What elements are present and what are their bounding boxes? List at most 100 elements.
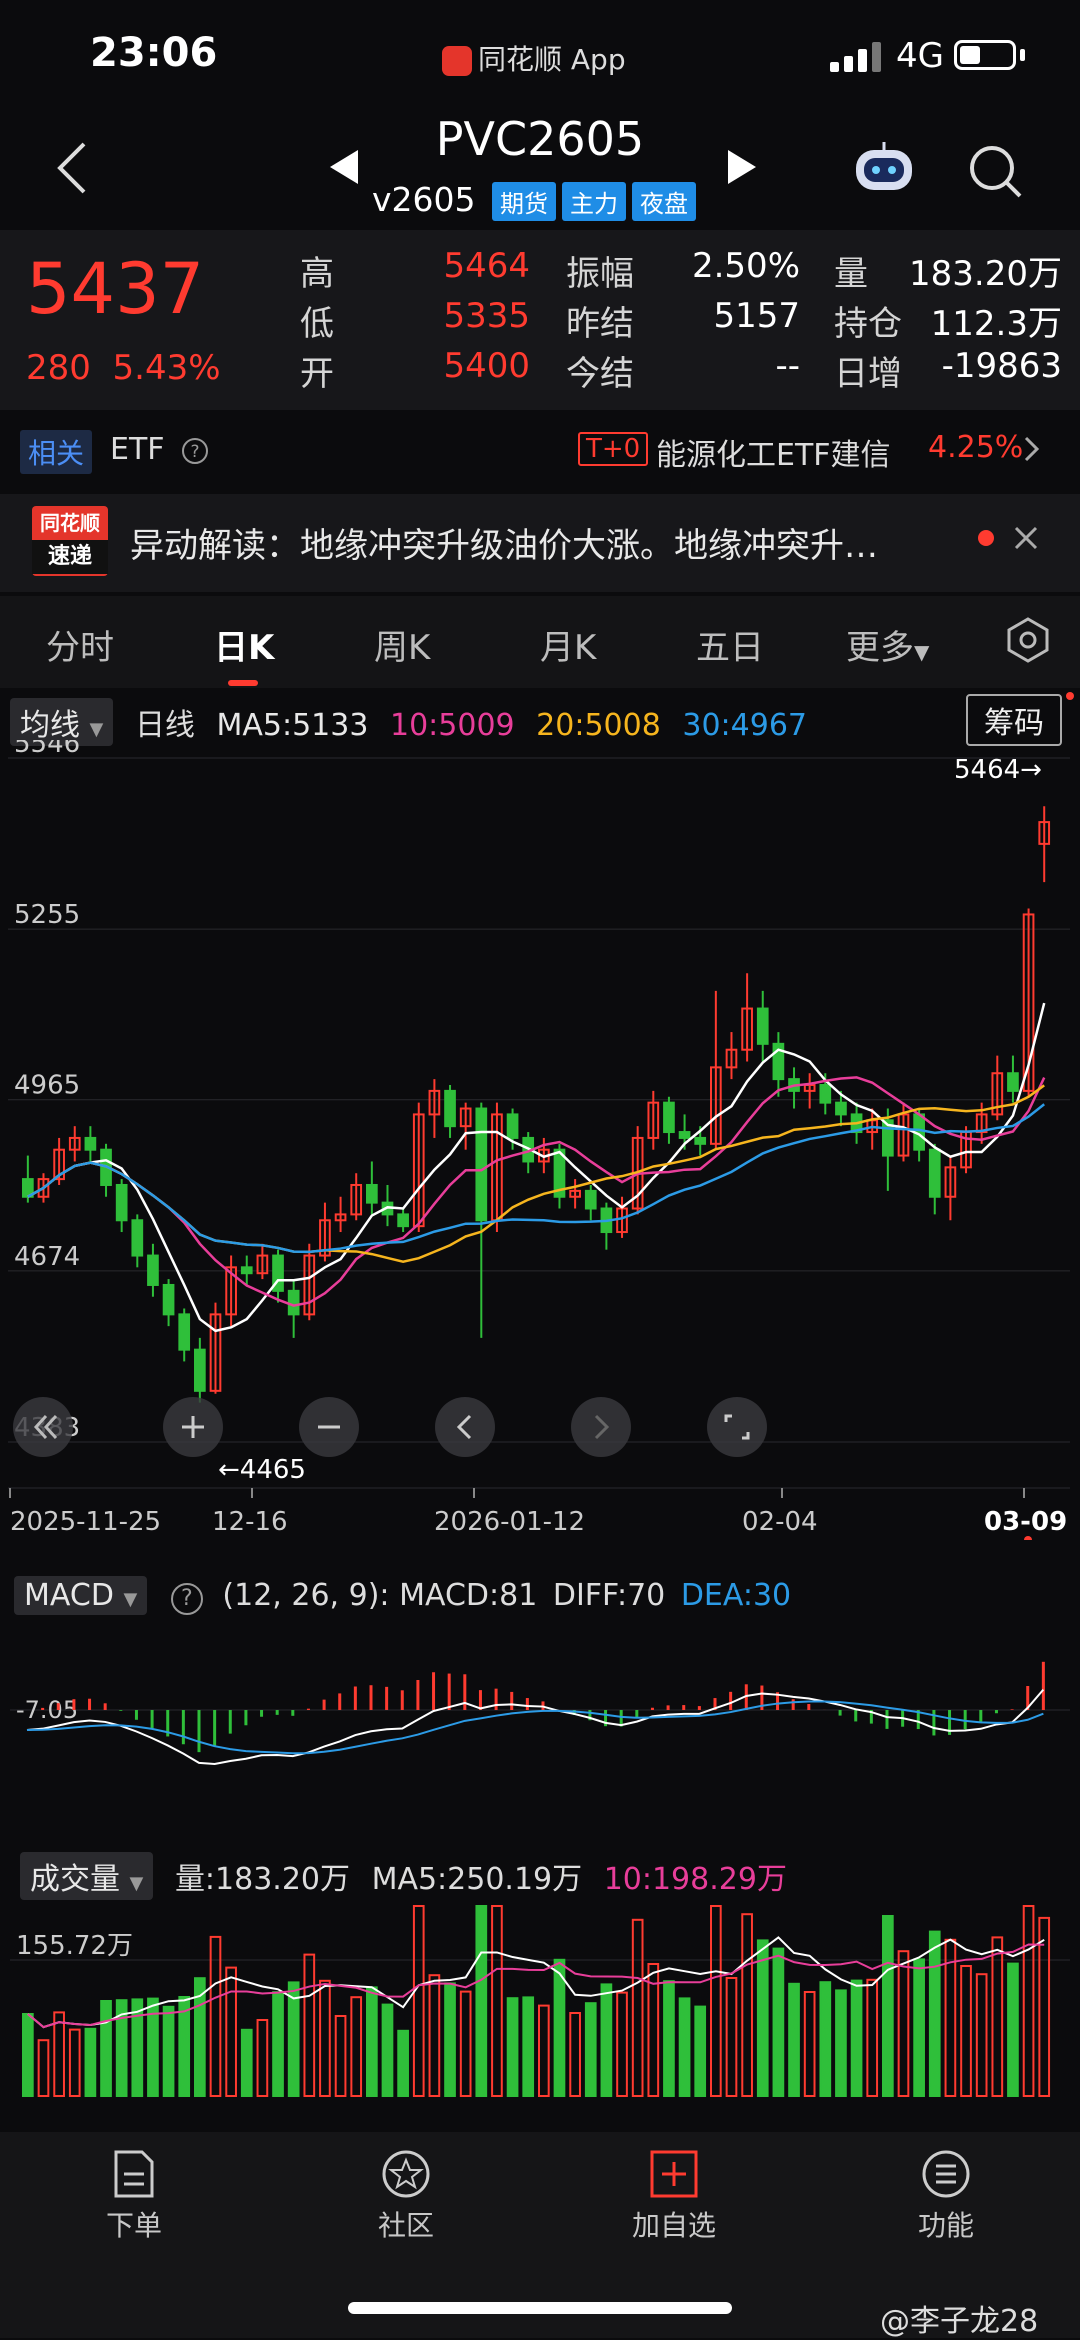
- candle-body: [694, 1136, 707, 1145]
- chevron-right-icon: [1024, 436, 1040, 462]
- volume-bar: [366, 1986, 378, 2097]
- volume-bar: [350, 1996, 363, 2097]
- tag-night: 夜盘: [632, 182, 697, 221]
- quote-label: 振幅: [566, 254, 634, 294]
- volume-bar: [209, 1935, 222, 2098]
- quote-value: 5464: [443, 246, 530, 286]
- scroll-left-icon[interactable]: [434, 1396, 496, 1458]
- volume-bar: [506, 1997, 519, 2097]
- candle-body: [928, 1148, 941, 1198]
- change-pct: 5.43%: [112, 348, 221, 388]
- close-icon[interactable]: [1014, 526, 1038, 550]
- candle-body: [663, 1101, 675, 1134]
- indicator-select[interactable]: 均线 ▼: [10, 698, 114, 746]
- volume-bar: [710, 1905, 722, 2097]
- active-tab-indicator: [228, 680, 258, 686]
- community-icon[interactable]: [380, 2148, 432, 2200]
- tab-more-label: 更多: [846, 628, 914, 668]
- volume-bar: [397, 2029, 409, 2097]
- news-logo: 同花顺 速递: [32, 506, 108, 576]
- volume-bar: [22, 2013, 34, 2097]
- zoom-out-icon[interactable]: [298, 1396, 360, 1458]
- volume-bar: [882, 1915, 894, 2097]
- chips-button[interactable]: 筹码: [966, 694, 1062, 746]
- x-tick-label: 02-04: [742, 1507, 818, 1537]
- volume-bar: [131, 1998, 144, 2097]
- nav-order[interactable]: 下单: [74, 2204, 194, 2244]
- volume-bar: [694, 2005, 707, 2097]
- ma10-value: 10:5009: [389, 708, 515, 743]
- volume-bar: [475, 1905, 488, 2097]
- rewind-icon[interactable]: [12, 1396, 74, 1458]
- fullscreen-icon[interactable]: [706, 1396, 768, 1458]
- ma5-value: MA5:5133: [216, 708, 369, 743]
- nav-functions[interactable]: 功能: [886, 2204, 1006, 2244]
- volume-bar: [960, 1965, 972, 2097]
- scroll-right-icon[interactable]: [570, 1396, 632, 1458]
- add-watchlist-icon[interactable]: [650, 2150, 698, 2198]
- volume-bar: [897, 1950, 910, 2098]
- tag-futures: 期货: [492, 182, 557, 221]
- next-contract-icon[interactable]: [726, 150, 756, 184]
- order-icon[interactable]: [112, 2148, 156, 2200]
- tag-main: 主力: [562, 182, 627, 221]
- candle-body: [835, 1101, 847, 1116]
- unread-dot: [978, 530, 994, 546]
- volume-bar: [553, 1958, 566, 2097]
- candle-body: [366, 1183, 378, 1204]
- menu-icon[interactable]: [920, 2148, 972, 2200]
- prev-contract-icon[interactable]: [330, 150, 360, 184]
- tab-five-day[interactable]: 五日: [696, 620, 764, 669]
- help-icon[interactable]: ?: [180, 436, 210, 466]
- tab-more[interactable]: 更多▼: [846, 620, 929, 669]
- news-logo-top: 同花顺: [40, 511, 100, 535]
- settings-hexagon-icon[interactable]: [1004, 616, 1052, 664]
- volume-bar: [381, 2003, 394, 2097]
- etf-fund-name: 能源化工ETF建信: [656, 438, 891, 473]
- tab-intraday[interactable]: 分时: [46, 620, 114, 669]
- assistant-robot-icon[interactable]: [852, 140, 916, 196]
- app-name: 同花顺 App: [478, 43, 626, 76]
- volume-bar: [240, 2028, 253, 2097]
- volume-bar: [850, 1979, 863, 2097]
- tab-daily-k[interactable]: 日K: [214, 620, 274, 669]
- nav-community[interactable]: 社区: [346, 2204, 466, 2244]
- high-price-label: 5464→: [954, 755, 1042, 785]
- volume-bar: [772, 1947, 785, 2097]
- volume-bar: [569, 2012, 581, 2097]
- zoom-in-icon[interactable]: [162, 1396, 224, 1458]
- volume-bar: [225, 1966, 237, 2097]
- volume-bar: [256, 2019, 269, 2097]
- quote-value: 112.3万: [930, 304, 1062, 344]
- candle-body: [84, 1136, 97, 1151]
- macd-name: MACD: [24, 1578, 114, 1613]
- x-tick-label: 2026-01-12: [434, 1507, 585, 1537]
- indicator-label: 均线: [20, 708, 80, 743]
- search-icon[interactable]: [968, 144, 1024, 200]
- x-tick-label: 03-09: [984, 1507, 1067, 1537]
- candle-body: [678, 1131, 691, 1139]
- volume-bar: [756, 1939, 769, 2098]
- tab-weekly-k[interactable]: 周K: [374, 620, 430, 669]
- dea-line: [26, 1700, 1044, 1755]
- volume-bar: [522, 1996, 535, 2097]
- quote-value: 2.50%: [691, 246, 800, 286]
- home-indicator[interactable]: [348, 2302, 732, 2314]
- candle-body: [131, 1219, 144, 1257]
- y-tick-label: 4965: [14, 1071, 80, 1101]
- volume-tick-label: 155.72万: [16, 1931, 133, 1961]
- volume-bar: [631, 1918, 644, 2097]
- svg-text:?: ?: [190, 442, 199, 462]
- tab-monthly-k[interactable]: 月K: [540, 620, 596, 669]
- etf-fund-pct: 4.25%: [928, 430, 1024, 465]
- chips-dot: [1066, 692, 1074, 700]
- last-price: 5437: [26, 248, 205, 330]
- news-logo-bottom: 速递: [32, 540, 108, 574]
- news-text[interactable]: 异动解读：地缘冲突升级油价大涨。地缘冲突升…: [130, 518, 950, 567]
- volume-bar: [428, 1974, 441, 2097]
- quote-value: -19863: [941, 346, 1062, 386]
- volume-bar: [459, 1990, 472, 2097]
- volume-bar: [1007, 1962, 1019, 2097]
- page-title: PVC2605: [435, 112, 645, 166]
- nav-add-watchlist[interactable]: 加自选: [614, 2204, 734, 2244]
